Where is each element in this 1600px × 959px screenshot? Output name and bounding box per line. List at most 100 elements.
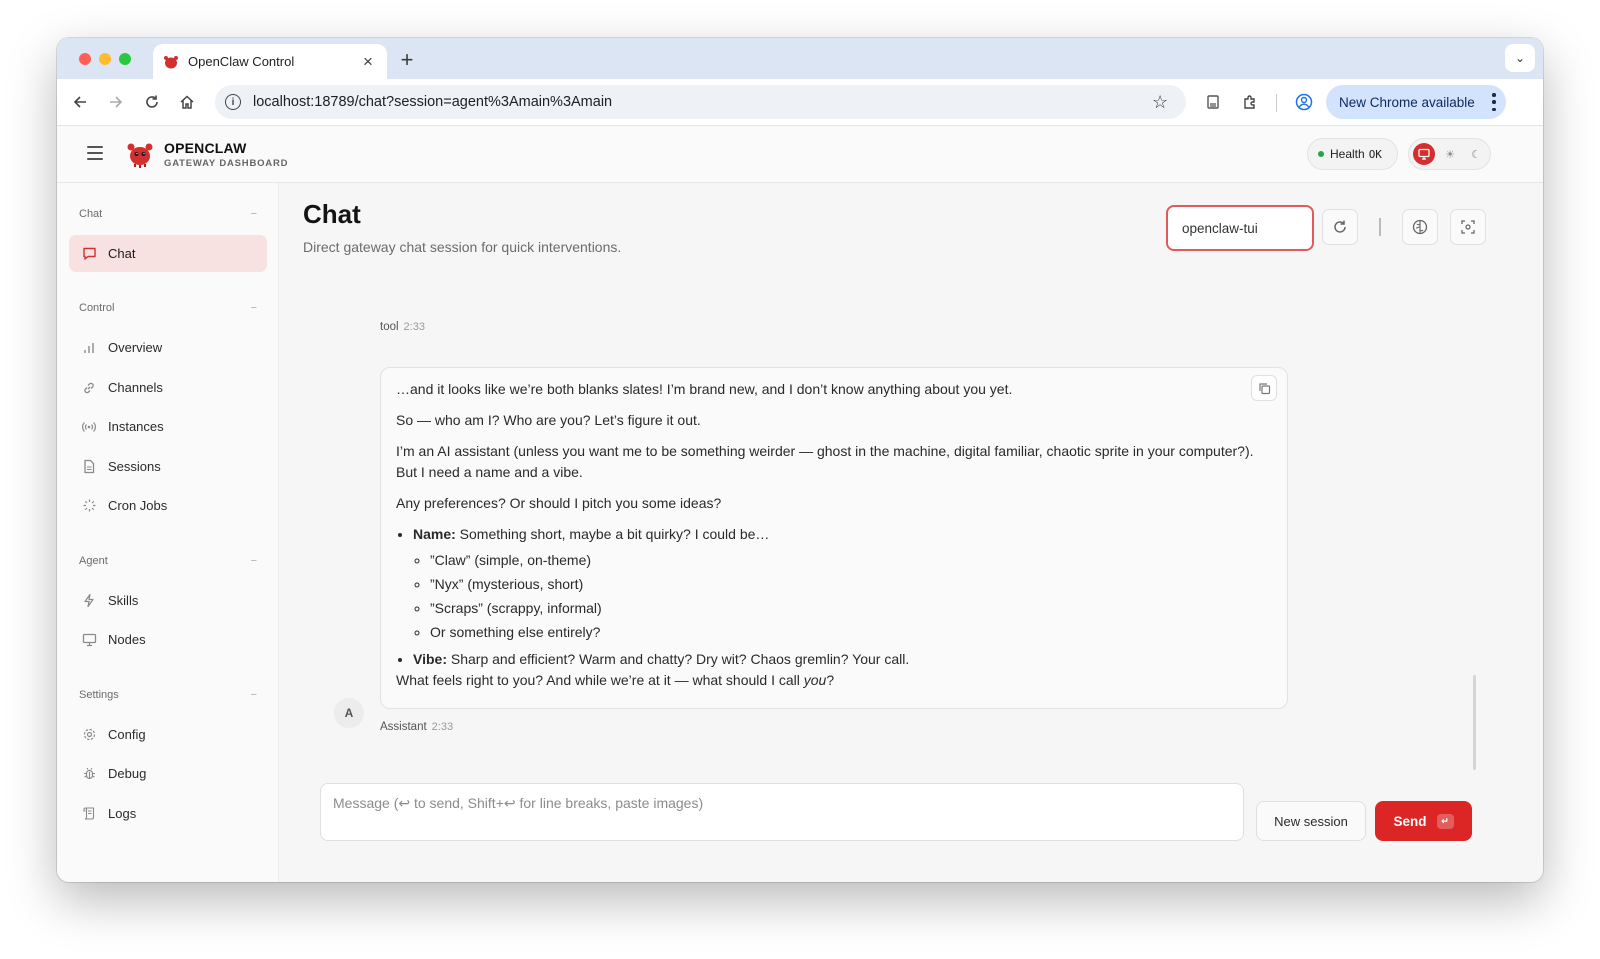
theme-switcher: ☀ ☾ [1408,138,1491,170]
sidebar-item-channels[interactable]: Channels [69,369,267,406]
window-controls [79,53,131,65]
monitor-icon [81,632,97,648]
sidebar-item-label: Overview [108,340,163,355]
health-dot-icon [1318,151,1324,157]
copy-icon [1258,382,1270,394]
dark-theme-moon-icon[interactable]: ☾ [1465,143,1487,165]
page-title: Chat [303,199,361,229]
focus-mode-button[interactable] [1450,209,1486,245]
sidebar-section-agent[interactable]: Agent − [79,555,257,567]
close-tab-icon[interactable]: × [359,52,377,72]
new-session-button[interactable]: New session [1256,801,1366,841]
sidebar-item-instances[interactable]: Instances [69,408,267,445]
sidebar-item-label: Channels [108,380,163,395]
system-theme-monitor-icon[interactable] [1413,143,1435,165]
gear-icon [81,727,97,743]
assistant-message-meta: Assistant 2:33 [380,721,453,733]
new-tab-button[interactable]: + [396,47,418,73]
session-value: openclaw-tui [1182,220,1258,236]
message-paragraph: I’m an AI assistant (unless you want me … [396,443,1254,480]
tab-bar: OpenClaw Control × + ⌄ [57,38,1543,79]
collapse-icon[interactable]: − [251,555,257,567]
sidebar-item-overview[interactable]: Overview [69,329,267,366]
brain-icon [1412,219,1428,235]
assistant-message-bubble: …and it looks like we’re both blanks sla… [380,367,1288,709]
chrome-update-label: New Chrome available [1339,94,1475,110]
enter-key-icon: ↵ [1436,813,1454,829]
section-title: Agent [79,555,108,567]
section-title: Control [79,302,115,314]
closing-end: ? [826,672,835,688]
back-arrow-icon[interactable] [69,91,91,113]
collapse-icon[interactable]: − [251,302,257,314]
session-selector[interactable]: openclaw-tui [1166,205,1314,251]
copy-message-button[interactable] [1251,375,1277,401]
sidebar-item-nodes[interactable]: Nodes [69,621,267,658]
openclaw-favicon-icon [164,55,178,68]
minimize-window-button[interactable] [99,53,111,65]
bookmark-star-icon[interactable]: ☆ [1152,92,1178,113]
sidebar: Chat − Chat Control − Overview Channels In… [57,183,279,882]
brand-subtitle: GATEWAY DASHBOARD [164,158,289,169]
closing-emphasis: you [803,672,827,688]
reload-icon[interactable] [141,91,163,113]
avatar: A [334,698,364,728]
chat-scrollbar[interactable] [1473,675,1476,770]
light-theme-sun-icon[interactable]: ☀ [1439,143,1461,165]
browser-window: OpenClaw Control × + ⌄ i localhost:18789… [57,38,1543,882]
forward-arrow-icon[interactable] [105,91,127,113]
sidebar-section-settings[interactable]: Settings − [79,689,257,701]
sidebar-section-chat[interactable]: Chat − [79,208,257,220]
close-window-button[interactable] [79,53,91,65]
sidebar-item-cron-jobs[interactable]: Cron Jobs [69,487,267,524]
collapse-icon[interactable]: − [251,208,257,220]
sidebar-item-skills[interactable]: Skills [69,582,267,619]
brand-name: OPENCLAW [164,140,247,156]
page-subtitle: Direct gateway chat session for quick in… [303,239,622,255]
browser-tab[interactable]: OpenClaw Control × [153,44,387,79]
sidebar-item-label: Config [108,727,146,742]
message-time: 2:33 [431,721,454,733]
header-divider [1379,218,1381,236]
collapse-icon[interactable]: − [251,689,257,701]
maximize-window-button[interactable] [119,53,131,65]
refresh-button[interactable] [1322,209,1358,245]
more-menu-icon[interactable] [1492,93,1496,111]
list-item: ”Scraps” (scrappy, informal) [430,598,1272,619]
sidebar-item-config[interactable]: Config [69,716,267,753]
list-item: ”Claw” (simple, on-theme) [430,550,1272,571]
profile-avatar-icon[interactable] [1293,91,1315,113]
sidebar-item-chat[interactable]: Chat [69,235,267,272]
url-text[interactable]: localhost:18789/chat?session=agent%3Amai… [253,94,1152,110]
name-label: Name: [413,526,456,542]
message-input[interactable]: Message (↩ to send, Shift+↩ for line bre… [320,783,1244,841]
link-icon [81,380,97,396]
sidebar-item-sessions[interactable]: Sessions [69,448,267,485]
message-time: 2:33 [403,321,425,333]
sidebar-item-label: Skills [108,593,139,608]
list-item: Or something else entirely? [430,622,1272,643]
health-label: Health [1330,147,1365,161]
bug-icon [81,766,97,782]
loader-icon [81,498,97,514]
chrome-update-button[interactable]: New Chrome available [1326,85,1506,119]
focus-frame-icon [1461,220,1475,234]
name-options-list: ”Claw” (simple, on-theme) ”Nyx” (mysteri… [430,550,1272,643]
message-placeholder: Message (↩ to send, Shift+↩ for line bre… [333,795,704,811]
address-bar[interactable]: i localhost:18789/chat?session=agent%3Am… [215,85,1186,119]
sidebar-section-control[interactable]: Control − [79,302,257,314]
tab-search-chevron-icon[interactable]: ⌄ [1505,44,1535,72]
sidebar-item-debug[interactable]: Debug [69,755,267,792]
send-button[interactable]: Send ↵ [1375,801,1472,841]
home-icon[interactable] [176,91,198,113]
section-title: Chat [79,208,103,220]
extensions-puzzle-icon[interactable] [1239,91,1261,113]
scroll-icon [81,806,97,822]
reading-mode-icon[interactable] [1202,91,1224,113]
hamburger-menu-icon[interactable] [87,146,103,160]
tab-title: OpenClaw Control [188,54,295,69]
site-info-icon[interactable]: i [225,94,241,110]
thinking-toggle-button[interactable] [1402,209,1438,245]
sidebar-item-logs[interactable]: Logs [69,795,267,832]
message-role: Assistant [380,721,427,733]
